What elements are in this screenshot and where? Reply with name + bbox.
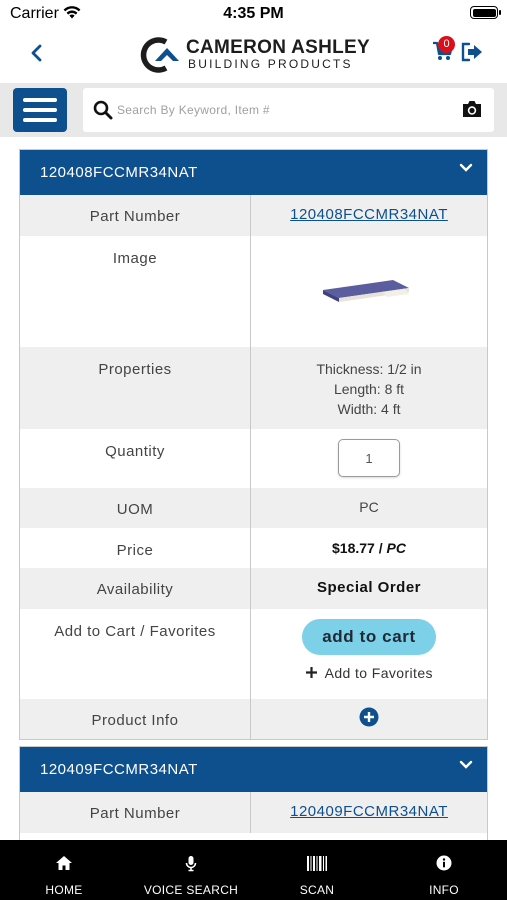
part-number-row: Part Number 120408FCCMR34NAT (20, 195, 487, 236)
add-to-cart-row: Add to Cart / Favorites add to cart Add … (20, 609, 487, 699)
availability-label: Availability (20, 568, 251, 609)
status-bar: Carrier 4:35 PM (0, 0, 507, 28)
logout-icon[interactable] (460, 41, 484, 63)
add-to-cart-button[interactable]: add to cart (302, 619, 436, 655)
quantity-label: Quantity (20, 429, 251, 488)
add-to-favorites-button[interactable]: Add to Favorites (251, 665, 487, 681)
price-label: Price (20, 528, 251, 568)
cart-count-badge[interactable]: 0 (438, 36, 455, 53)
hamburger-menu-icon[interactable] (13, 88, 67, 132)
properties-label: Properties (20, 347, 251, 429)
bottom-navigation: HOME VOICE SEARCH SCAN INFO (0, 840, 507, 900)
camera-icon[interactable] (461, 99, 483, 119)
price-unit: PC (386, 540, 406, 556)
part-number-link[interactable]: 120408FCCMR34NAT (290, 206, 448, 223)
home-icon (56, 856, 72, 870)
product-info-label: Product Info (20, 699, 251, 739)
product-image[interactable] (321, 276, 411, 306)
product-card-header[interactable]: 120408FCCMR34NAT (20, 150, 487, 195)
image-row: Image (20, 236, 487, 347)
quantity-input[interactable] (338, 439, 400, 477)
logo-title: CAMERON ASHLEY (186, 37, 371, 58)
status-time: 4:35 PM (223, 5, 284, 22)
nav-home-label: HOME (45, 883, 83, 897)
nav-scan-label: SCAN (299, 883, 335, 897)
back-arrow-icon[interactable] (22, 38, 52, 68)
search-input[interactable] (117, 96, 447, 124)
price-separator: / (378, 540, 387, 556)
price-value: $18.77 (332, 540, 375, 556)
app-header: CAMERON ASHLEY BUILDING PRODUCTS 0 (0, 28, 507, 83)
search-box (83, 88, 494, 132)
availability-row: Availability Special Order (20, 568, 487, 609)
chevron-down-icon[interactable] (459, 760, 473, 770)
logo-mark-icon (140, 37, 179, 73)
battery-icon (470, 6, 501, 19)
product-card-title: 120408FCCMR34NAT (40, 164, 198, 181)
product-list: 120408FCCMR34NAT Part Number 120408FCCMR… (0, 137, 507, 840)
product-card: 120408FCCMR34NAT Part Number 120408FCCMR… (19, 149, 488, 740)
add-to-cart-favorites-label: Add to Cart / Favorites (20, 609, 251, 699)
product-card-header[interactable]: 120409FCCMR34NAT (20, 747, 487, 792)
uom-label: UOM (20, 488, 251, 528)
uom-row: UOM PC (20, 488, 487, 528)
company-logo: CAMERON ASHLEY BUILDING PRODUCTS (138, 34, 378, 76)
property-length: Length: 8 ft (333, 381, 405, 397)
price-row: Price $18.77 / PC (20, 528, 487, 568)
quantity-row: Quantity (20, 429, 487, 488)
search-bar (0, 83, 507, 137)
product-card-title: 120409FCCMR34NAT (40, 761, 198, 778)
info-icon (436, 855, 452, 871)
part-number-label: Part Number (20, 195, 251, 236)
search-icon (93, 100, 113, 120)
part-number-row: Part Number 120409FCCMR34NAT (20, 792, 487, 833)
nav-info[interactable]: INFO (394, 840, 494, 900)
part-number-link[interactable]: 120409FCCMR34NAT (290, 803, 448, 820)
logo-subtitle: BUILDING PRODUCTS (188, 57, 353, 71)
property-width: Width: 4 ft (337, 401, 401, 417)
product-card: 120409FCCMR34NAT Part Number 120409FCCMR… (19, 746, 488, 840)
image-label: Image (20, 236, 251, 347)
chevron-down-icon[interactable] (459, 163, 473, 173)
uom-value: PC (359, 499, 379, 515)
properties-row: Properties Thickness: 1/2 in Length: 8 f… (20, 347, 487, 429)
plus-icon (306, 667, 318, 678)
product-info-row: Product Info (20, 699, 487, 739)
nav-voice-search-label: VOICE SEARCH (143, 883, 239, 897)
part-number-label: Part Number (20, 792, 251, 833)
availability-value: Special Order (316, 579, 422, 596)
nav-voice-search[interactable]: VOICE SEARCH (131, 840, 251, 900)
plus-circle-icon[interactable] (359, 707, 379, 727)
nav-home[interactable]: HOME (14, 840, 114, 900)
microphone-icon (185, 856, 197, 872)
property-thickness: Thickness: 1/2 in (316, 361, 422, 377)
add-to-favorites-label: Add to Favorites (324, 665, 433, 681)
barcode-icon (307, 856, 327, 871)
nav-scan[interactable]: SCAN (267, 840, 367, 900)
nav-info-label: INFO (429, 883, 459, 897)
